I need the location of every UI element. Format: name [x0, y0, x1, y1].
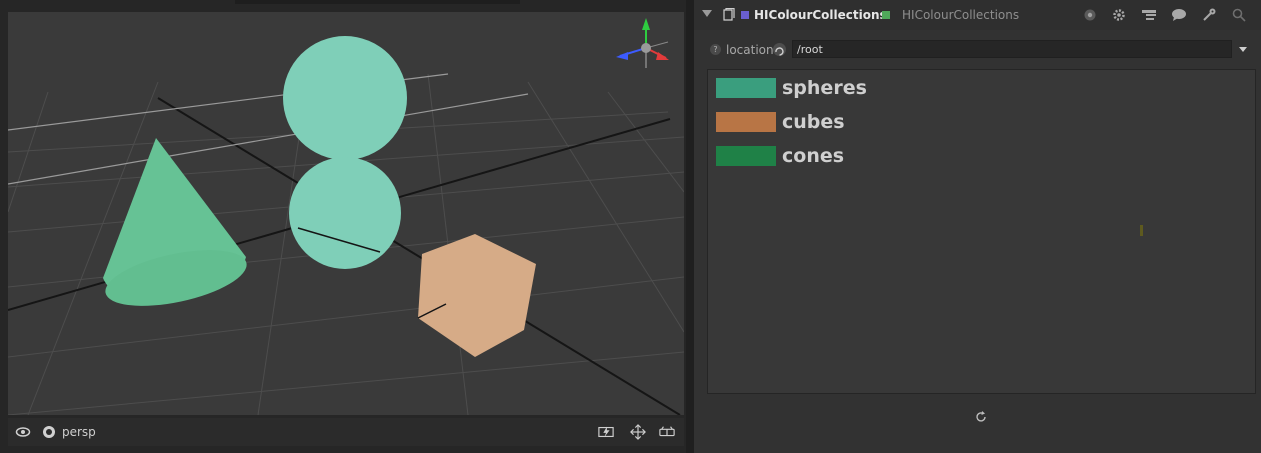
sphere-top [283, 36, 407, 160]
eye-icon[interactable] [15, 424, 31, 440]
wrench-icon[interactable] [1201, 7, 1217, 23]
scene-canvas[interactable] [8, 12, 684, 415]
viewer-toolbar: persp [8, 418, 684, 446]
scenegraph-picker-icon[interactable] [773, 43, 786, 56]
speech-bubble-icon[interactable] [1171, 7, 1187, 23]
collection-name: cones [782, 145, 845, 167]
collection-color-swatch[interactable] [716, 78, 776, 98]
magnifier-icon[interactable] [1231, 7, 1247, 23]
move-icon[interactable] [630, 424, 646, 440]
circle-dot-icon[interactable] [1082, 7, 1098, 23]
sphere-bottom [289, 157, 401, 269]
viewport-3d[interactable] [8, 12, 684, 415]
node-header: HIColourCollections HIColourCollections [694, 0, 1261, 30]
node-color-square-icon [741, 11, 749, 19]
collapse-triangle-icon[interactable] [702, 10, 712, 17]
parameters-panel: HIColourCollections HIColourCollections … [694, 0, 1261, 453]
hierarchy-icon[interactable] [1141, 7, 1157, 23]
location-row: ? location [694, 38, 1261, 62]
collections-list[interactable]: spheres cubes cones [707, 69, 1256, 394]
camera-icon[interactable] [41, 424, 57, 440]
camera-label[interactable]: persp [62, 424, 96, 440]
collection-name: cubes [782, 111, 845, 133]
collection-color-swatch[interactable] [716, 112, 776, 132]
location-label: location [726, 43, 774, 57]
collection-name: spheres [782, 77, 867, 99]
viewer-pane: persp [0, 0, 686, 453]
node-name[interactable]: HIColourCollections [754, 7, 887, 23]
gear-icon[interactable] [1111, 7, 1127, 23]
pane-divider[interactable] [686, 0, 694, 453]
location-input[interactable] [792, 40, 1232, 58]
node-view-flag-icon[interactable] [882, 11, 890, 19]
help-icon[interactable]: ? [710, 44, 721, 55]
viewer-top-strip [235, 0, 520, 4]
flash-icon[interactable] [598, 424, 614, 440]
glasses-icon[interactable] [659, 424, 675, 440]
node-type: HIColourCollections [902, 8, 1020, 22]
node-shelf-icon[interactable] [722, 7, 736, 21]
refresh-icon[interactable] [974, 409, 988, 423]
collection-color-swatch[interactable] [716, 146, 776, 166]
location-dropdown-icon[interactable] [1239, 47, 1247, 52]
cursor-marker [1140, 225, 1143, 236]
